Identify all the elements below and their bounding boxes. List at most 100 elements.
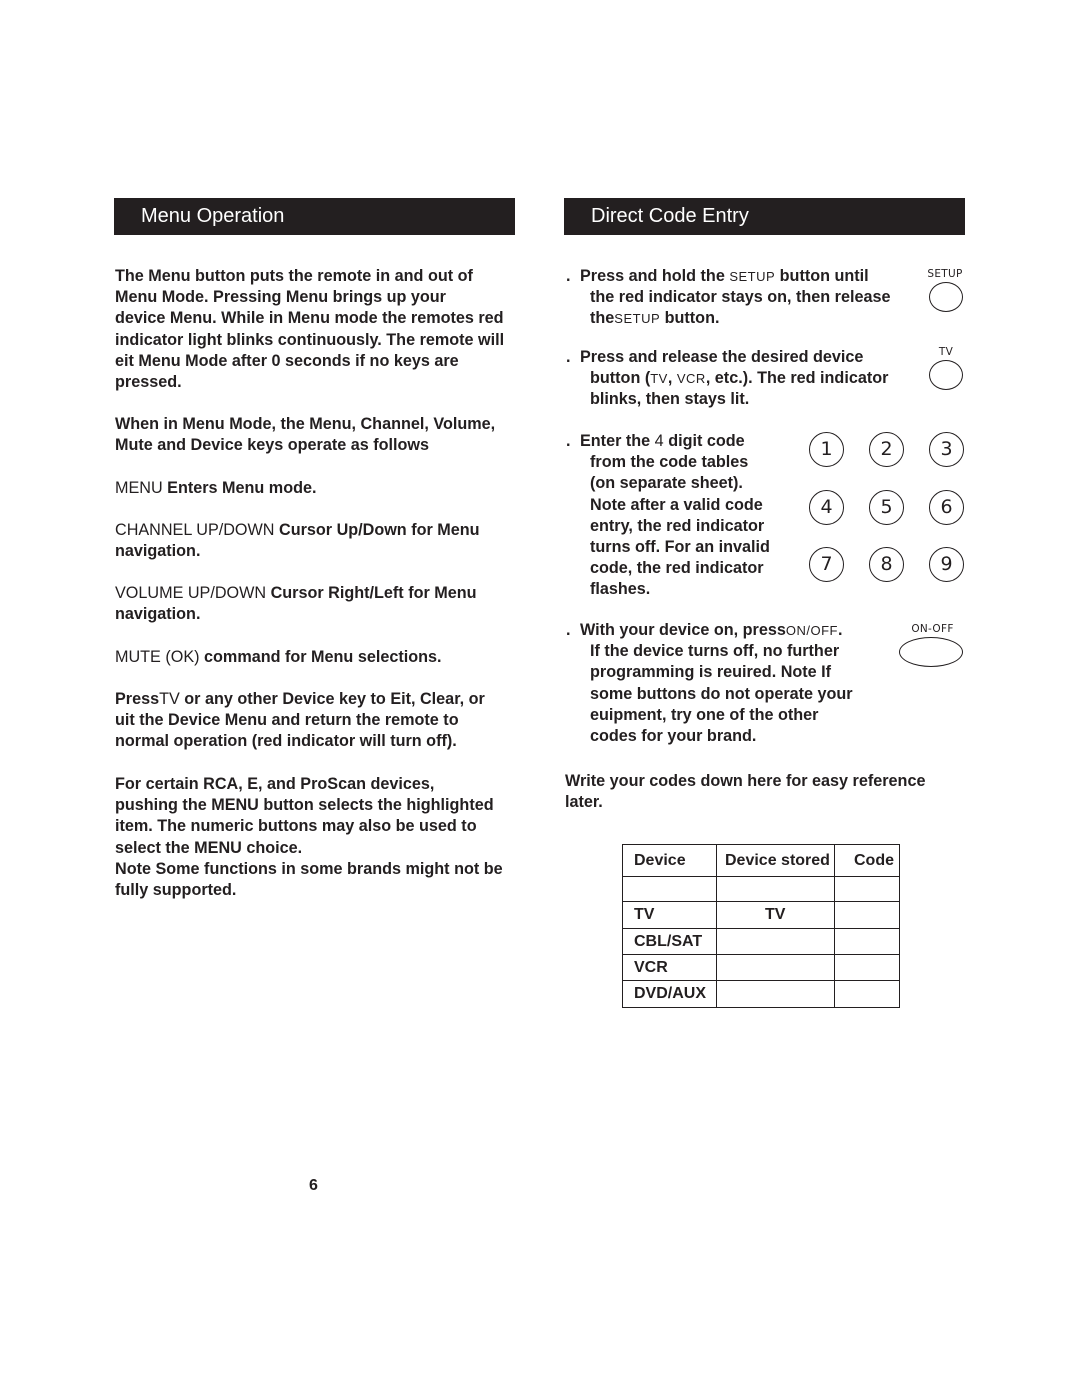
table-cell[interactable] (716, 876, 835, 902)
table-row: CBL/SAT (622, 928, 900, 955)
key-8-icon: 8 (869, 547, 904, 582)
text-span: With your device on, press (580, 621, 786, 639)
text-line: fully supported. (115, 881, 237, 900)
key-name: CHANNEL UP/DOWN (115, 521, 275, 539)
table-cell: CBL/SAT (622, 928, 717, 955)
text-line: For certain RCA, E, and ProScan devices, (115, 775, 435, 793)
key-desc: navigation. (115, 605, 201, 624)
menu-intro-paragraph: The Menu button puts the remote in and o… (115, 266, 545, 393)
text-line: Press and release the desired device (580, 348, 864, 366)
text-line: The Menu button puts the remote in and o… (115, 267, 473, 285)
text-line: (on separate sheet). (590, 474, 743, 493)
table-cell[interactable] (834, 954, 900, 981)
table-cell[interactable] (622, 876, 717, 902)
key-name: MENU (115, 479, 163, 497)
text-span: the (590, 309, 615, 328)
text-span: digit code (668, 432, 745, 450)
step-marker: . (566, 432, 571, 450)
on-off-button-icon (899, 637, 963, 667)
text-span: Enter the (580, 432, 651, 450)
table-cell[interactable] (716, 954, 835, 981)
mute-key-description: MUTE (OK) command for Menu selections. (115, 647, 545, 668)
header-device-stored: Device stored (716, 844, 835, 877)
key-name: TV (650, 371, 668, 387)
text-line: Write your codes down here for easy refe… (565, 772, 926, 790)
step-marker: . (566, 621, 571, 639)
digit-count: 4 (654, 432, 664, 450)
text-line: blinks, then stays lit. (590, 390, 750, 409)
text-line: Mute and Device keys operate as follows (115, 436, 429, 455)
text-line: device Menu. While in Menu mode the remo… (115, 309, 504, 328)
key-1-icon: 1 (809, 432, 844, 467)
table-row: TV TV (622, 901, 900, 929)
text-span: Press and hold the (580, 267, 725, 285)
text-line: codes for your brand. (590, 727, 757, 746)
key-2-icon: 2 (869, 432, 904, 467)
key-name: VCR (676, 371, 706, 387)
text-line: Note after a valid code (590, 495, 763, 514)
text-line: pressed. (115, 373, 182, 392)
text-line: euipment, try one of the other (590, 705, 819, 724)
setup-button-icon (929, 282, 963, 312)
text-line: some buttons do not operate your (590, 684, 853, 703)
setup-button-label: SETUP (927, 268, 963, 280)
table-cell[interactable] (834, 876, 900, 902)
text-span: , etc.). The red indicator (705, 369, 889, 388)
key-desc: Cursor Up/Down for Menu (279, 521, 480, 539)
table-row: VCR (622, 954, 900, 981)
tv-button-label: TV (938, 346, 954, 358)
text-line: turns off. For an invalid (590, 538, 770, 557)
header-code: Code (834, 844, 900, 877)
text-line: indicator light blinks continuously. The… (115, 330, 505, 349)
key-name: TV (159, 690, 180, 708)
table-cell[interactable] (716, 980, 835, 1008)
text-line: Note Some functions in some brands might… (115, 859, 503, 878)
key-9-icon: 9 (929, 547, 964, 582)
text-span: button. (664, 309, 720, 328)
on-off-button-label: ON-OFF (911, 623, 954, 635)
table-cell: TV (716, 901, 835, 929)
text-span: Press (115, 690, 160, 708)
text-line: from the code tables (590, 453, 749, 472)
key-7-icon: 7 (809, 547, 844, 582)
key-name: VOLUME UP/DOWN (115, 584, 267, 602)
table-cell[interactable] (716, 928, 835, 955)
table-cell[interactable] (834, 928, 900, 955)
tv-button-icon (929, 360, 963, 390)
key-4-icon: 4 (809, 490, 844, 525)
step-marker: . (566, 348, 571, 366)
table-row (622, 876, 900, 902)
codes-table: Device Device stored Code TV TV CBL/SAT … (622, 844, 900, 1008)
channel-key-description: CHANNEL UP/DOWN Cursor Up/Down for Menu … (115, 520, 545, 562)
key-name: MUTE (OK) (115, 648, 200, 666)
key-6-icon: 6 (929, 490, 964, 525)
key-name: SETUP (729, 269, 776, 284)
direct-code-entry-header: Direct Code Entry (564, 198, 965, 235)
text-line: the red indicator stays on, then release (590, 288, 891, 307)
write-codes-paragraph: Write your codes down here for easy refe… (565, 771, 975, 813)
text-span: button until (779, 267, 869, 285)
text-line: normal operation (red indicator will tur… (115, 732, 457, 751)
header-device: Device (622, 844, 717, 877)
step-marker: . (566, 267, 571, 285)
page-number: 6 (309, 1177, 318, 1194)
key-desc: navigation. (115, 542, 201, 561)
text-line: item. The numeric buttons may also be us… (115, 817, 477, 836)
text-span: , (667, 369, 677, 388)
table-cell[interactable] (834, 980, 900, 1008)
key-name: SETUP (614, 311, 661, 327)
text-line: flashes. (590, 580, 651, 599)
menu-operation-header: Menu Operation (114, 198, 515, 235)
rca-paragraph: For certain RCA, E, and ProScan devices,… (115, 774, 545, 901)
table-cell[interactable] (834, 901, 900, 929)
exit-paragraph: PressTV or any other Device key to Eit, … (115, 689, 545, 753)
text-line: code, the red indicator (590, 559, 764, 578)
table-cell: DVD/AUX (622, 980, 717, 1008)
table-cell: VCR (622, 954, 717, 981)
text-span: button ( (590, 369, 651, 388)
table-header-row: Device Device stored Code (622, 844, 900, 877)
keys-intro-paragraph: When in Menu Mode, the Menu, Channel, Vo… (115, 414, 545, 456)
text-line: When in Menu Mode, the Menu, Channel, Vo… (115, 415, 496, 433)
text-line: eit Menu Mode after 0 seconds if no keys… (115, 351, 459, 370)
table-row: DVD/AUX (622, 980, 900, 1008)
